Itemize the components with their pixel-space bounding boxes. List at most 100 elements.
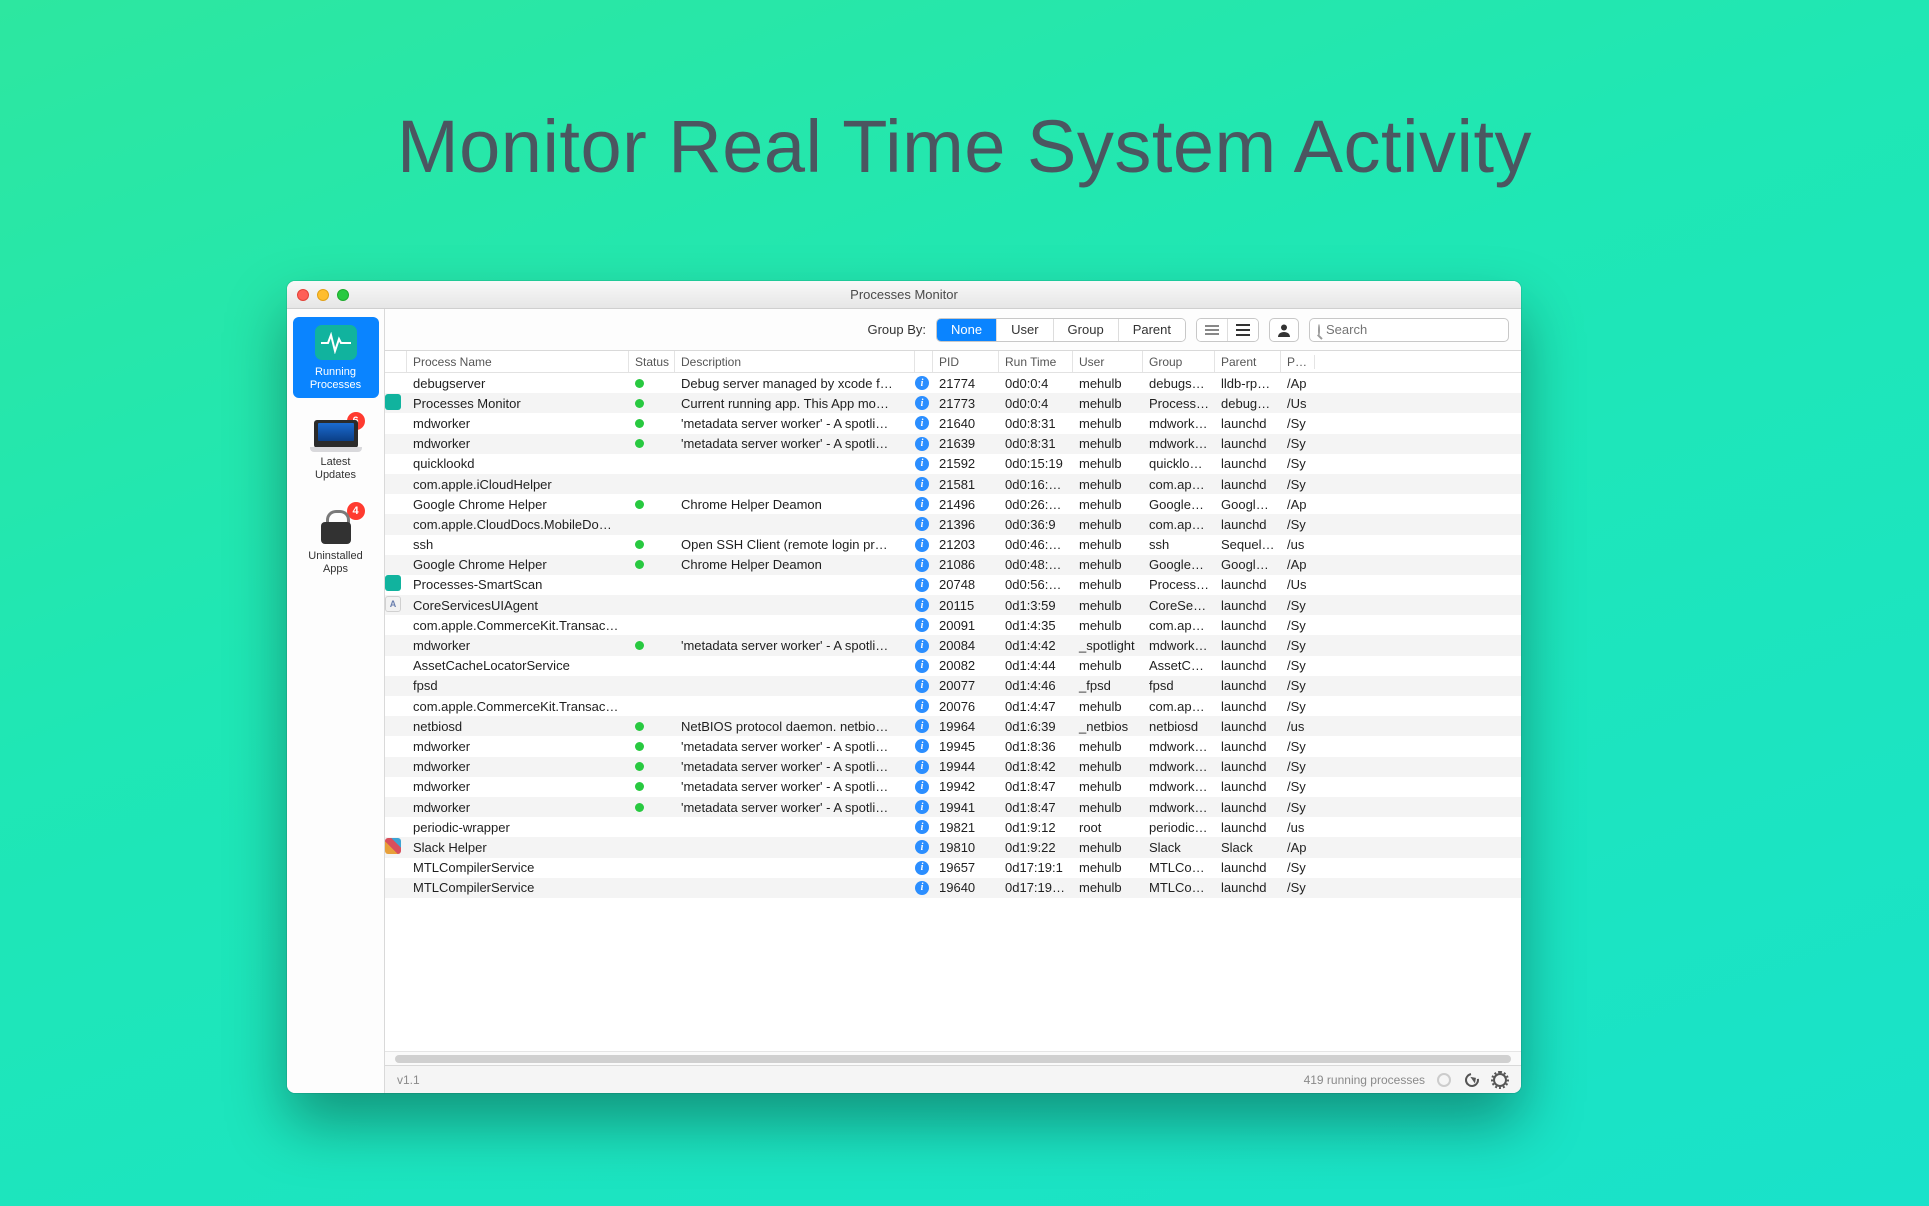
group-by-parent[interactable]: Parent [1119, 319, 1185, 341]
search-input[interactable] [1326, 322, 1502, 337]
info-icon[interactable]: i [915, 659, 929, 673]
table-row[interactable]: mdworker'metadata server worker' - A spo… [385, 635, 1521, 655]
table-row[interactable]: netbiosdNetBIOS protocol daemon. netbio…… [385, 716, 1521, 736]
sidebar-item-uninstalled-apps[interactable]: 4 Uninstalled Apps [293, 502, 379, 582]
info-icon[interactable]: i [915, 457, 929, 471]
horizontal-scrollbar[interactable] [385, 1051, 1521, 1065]
info-icon[interactable]: i [915, 578, 929, 592]
view-density-control[interactable] [1196, 318, 1259, 342]
col-pid[interactable]: PID [933, 351, 999, 372]
table-row[interactable]: Processes-SmartScani207480d0:56:…mehulbP… [385, 575, 1521, 595]
settings-button[interactable] [1491, 1071, 1509, 1089]
minimize-window-button[interactable] [317, 289, 329, 301]
table-row[interactable]: AssetCacheLocatorServicei200820d1:4:44me… [385, 656, 1521, 676]
status-dot-icon [635, 782, 644, 791]
cell-path: /Sy [1281, 416, 1315, 431]
info-icon[interactable]: i [915, 639, 929, 653]
search-field[interactable] [1309, 318, 1509, 342]
refresh-button[interactable] [1463, 1071, 1481, 1089]
col-group[interactable]: Group [1143, 351, 1215, 372]
info-icon[interactable]: i [915, 416, 929, 430]
col-description[interactable]: Description [675, 351, 915, 372]
info-icon[interactable]: i [915, 477, 929, 491]
info-icon[interactable]: i [915, 396, 929, 410]
table-row[interactable]: fpsdi200770d1:4:46_fpsdfpsdlaunchd/Sy [385, 676, 1521, 696]
col-user[interactable]: User [1073, 351, 1143, 372]
col-status[interactable]: Status [629, 351, 675, 372]
cell-runtime: 0d1:4:46 [999, 678, 1073, 693]
info-icon[interactable]: i [915, 618, 929, 632]
table-row[interactable]: quicklookdi215920d0:15:19mehulbquicklo…l… [385, 454, 1521, 474]
info-icon[interactable]: i [915, 376, 929, 390]
info-icon[interactable]: i [915, 739, 929, 753]
info-icon[interactable]: i [915, 497, 929, 511]
info-icon[interactable]: i [915, 679, 929, 693]
table-row[interactable]: debugserverDebug server managed by xcode… [385, 373, 1521, 393]
table-row[interactable]: mdworker'metadata server worker' - A spo… [385, 797, 1521, 817]
info-icon[interactable]: i [915, 780, 929, 794]
table-row[interactable]: CoreServicesUIAgenti201150d1:3:59mehulbC… [385, 595, 1521, 615]
info-icon[interactable]: i [915, 437, 929, 451]
cell-group: fpsd [1143, 678, 1215, 693]
cell-user: mehulb [1073, 860, 1143, 875]
info-icon[interactable]: i [915, 558, 929, 572]
table-row[interactable]: periodic-wrapperi198210d1:9:12rootperiod… [385, 817, 1521, 837]
table-row[interactable]: mdworker'metadata server worker' - A spo… [385, 777, 1521, 797]
group-by-group[interactable]: Group [1054, 319, 1119, 341]
info-icon[interactable]: i [915, 699, 929, 713]
table-row[interactable]: sshOpen SSH Client (remote login pr…i212… [385, 535, 1521, 555]
titlebar[interactable]: Processes Monitor [287, 281, 1521, 309]
table-row[interactable]: Slack Helperi198100d1:9:22mehulbSlackSla… [385, 837, 1521, 857]
table-row[interactable]: mdworker'metadata server worker' - A spo… [385, 736, 1521, 756]
zoom-window-button[interactable] [337, 289, 349, 301]
cell-user: mehulb [1073, 416, 1143, 431]
table-row[interactable]: mdworker'metadata server worker' - A spo… [385, 434, 1521, 454]
sidebar-item-latest-updates[interactable]: 6 Latest Updates [293, 412, 379, 488]
table-row[interactable]: Google Chrome HelperChrome Helper Deamon… [385, 555, 1521, 575]
close-window-button[interactable] [297, 289, 309, 301]
table-row[interactable]: MTLCompilerServicei196400d17:19:…mehulbM… [385, 878, 1521, 898]
status-dot-icon [635, 742, 644, 751]
user-filter-button[interactable] [1269, 318, 1299, 342]
table-row[interactable]: Google Chrome HelperChrome Helper Deamon… [385, 494, 1521, 514]
cell-path: /Sy [1281, 658, 1315, 673]
group-by-user[interactable]: User [997, 319, 1053, 341]
lock-icon [316, 510, 356, 544]
table-row[interactable]: com.apple.CommerceKit.Transac…i200910d1:… [385, 615, 1521, 635]
table-row[interactable]: mdworker'metadata server worker' - A spo… [385, 413, 1521, 433]
table-row[interactable]: MTLCompilerServicei196570d17:19:1mehulbM… [385, 858, 1521, 878]
sidebar-item-running-processes[interactable]: Running Processes [293, 317, 379, 398]
info-icon[interactable]: i [915, 861, 929, 875]
view-comfortable-button[interactable] [1228, 319, 1258, 341]
cell-path: /Sy [1281, 638, 1315, 653]
info-icon[interactable]: i [915, 538, 929, 552]
cell-runtime: 0d0:15:19 [999, 456, 1073, 471]
cell-group: com.ap… [1143, 477, 1215, 492]
table-row[interactable]: com.apple.CloudDocs.MobileDo…i213960d0:3… [385, 514, 1521, 534]
table-header[interactable]: Process Name Status Description PID Run … [385, 351, 1521, 373]
info-icon[interactable]: i [915, 820, 929, 834]
table-row[interactable]: mdworker'metadata server worker' - A spo… [385, 757, 1521, 777]
table-row[interactable]: Processes MonitorCurrent running app. Th… [385, 393, 1521, 413]
info-icon[interactable]: i [915, 598, 929, 612]
table-body[interactable]: debugserverDebug server managed by xcode… [385, 373, 1521, 1051]
table-row[interactable]: com.apple.CommerceKit.Transac…i200760d1:… [385, 696, 1521, 716]
info-icon[interactable]: i [915, 881, 929, 895]
info-icon[interactable]: i [915, 760, 929, 774]
info-icon[interactable]: i [915, 719, 929, 733]
group-by-segmented-control[interactable]: None User Group Parent [936, 318, 1186, 342]
table-row[interactable]: com.apple.iCloudHelperi215810d0:16:…mehu… [385, 474, 1521, 494]
col-parent[interactable]: Parent [1215, 351, 1281, 372]
info-icon[interactable]: i [915, 800, 929, 814]
group-by-none[interactable]: None [937, 319, 997, 341]
status-dot-icon [635, 722, 644, 731]
col-runtime[interactable]: Run Time [999, 351, 1073, 372]
cell-name: debugserver [407, 376, 629, 391]
col-path[interactable]: Path [1281, 355, 1315, 369]
info-icon[interactable]: i [915, 840, 929, 854]
view-compact-button[interactable] [1197, 319, 1228, 341]
cell-runtime: 0d0:36:9 [999, 517, 1073, 532]
info-icon[interactable]: i [915, 517, 929, 531]
cell-path: /Sy [1281, 436, 1315, 451]
col-process-name[interactable]: Process Name [407, 351, 629, 372]
